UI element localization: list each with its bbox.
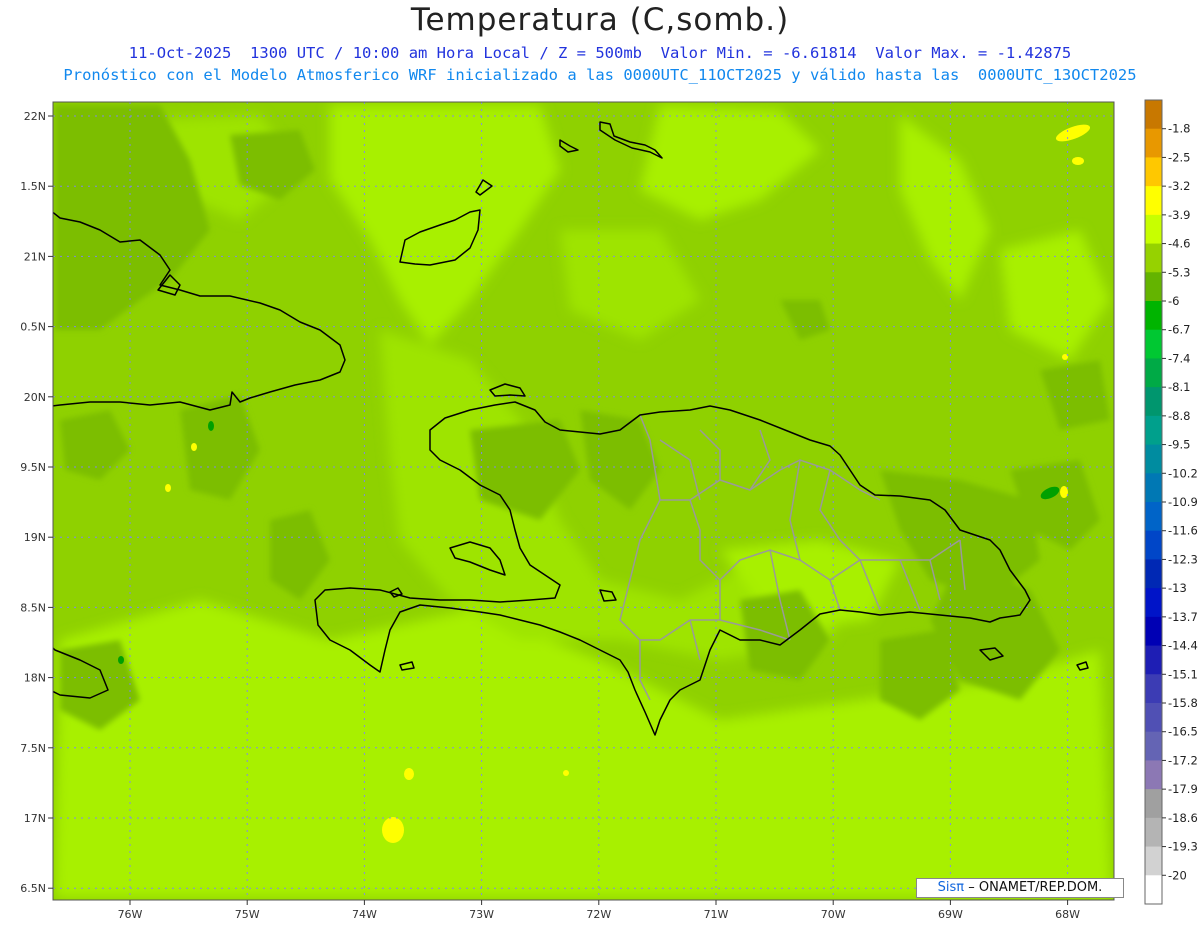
colorbar-swatch (1145, 846, 1162, 876)
colorbar-label: -6 (1168, 294, 1179, 308)
lon-tick-label: 72W (586, 908, 611, 921)
colorbar-label: -3.2 (1168, 179, 1190, 193)
colorbar-swatch (1145, 502, 1162, 532)
lat-tick-label: 19N (24, 531, 46, 544)
lon-tick-label: 73W (469, 908, 494, 921)
colorbar-swatch (1145, 817, 1162, 848)
lon-tick-label: 76W (118, 908, 143, 921)
colorbar-swatch (1145, 415, 1162, 446)
colorbar-label: -15.1 (1168, 667, 1198, 681)
lat-tick-label: 8.5N (20, 601, 46, 614)
credit-text: – ONAMET/REP.DOM. (968, 880, 1103, 895)
lat-tick-label: 9.5N (20, 461, 46, 474)
colorbar-swatch (1145, 674, 1162, 704)
colorbar-label: -15.8 (1168, 696, 1198, 710)
colorbar-label: -10.9 (1168, 495, 1198, 509)
colorbar-swatch (1145, 875, 1162, 905)
colorbar-swatch (1145, 703, 1162, 733)
lon-tick-label: 71W (704, 908, 729, 921)
lon-tick-label: 69W (938, 908, 963, 921)
colorbar-label: -17.2 (1168, 753, 1198, 767)
lon-tick-label: 74W (352, 908, 377, 921)
colorbar-label: -5.3 (1168, 265, 1190, 279)
colorbar-swatch (1145, 358, 1162, 388)
colorbar-swatch (1145, 444, 1162, 474)
credit-box: Sisπ – ONAMET/REP.DOM. (916, 878, 1124, 898)
colorbar-swatch (1145, 559, 1162, 589)
colorbar-label: -18.6 (1168, 811, 1198, 825)
colorbar-swatch (1145, 473, 1162, 503)
colorbar-swatch (1145, 157, 1162, 187)
map-figure: 22N 1.5N 21N 0.5N 20N 9.5N 19N 8.5N 18N 7.5N 17N 6.… (20, 99, 1198, 921)
colorbar-label: -14.4 (1168, 639, 1198, 653)
colorbar-swatch (1145, 731, 1162, 761)
colorbar-label: -13 (1168, 581, 1187, 595)
colorbar-label: -10.2 (1168, 466, 1198, 480)
colorbar-label: -8.8 (1168, 409, 1190, 423)
colorbar-swatch (1145, 128, 1162, 158)
colorbar-swatch (1145, 760, 1162, 790)
lon-tick-label: 68W (1055, 908, 1080, 921)
colorbar-label: -7.4 (1168, 351, 1190, 365)
colorbar-label: -12.3 (1168, 552, 1198, 566)
colorbar-swatch (1145, 789, 1162, 819)
colorbar-label: -1.8 (1168, 122, 1190, 136)
colorbar-swatch (1145, 616, 1162, 647)
colorbar-swatch (1145, 272, 1162, 302)
colorbar: -1.8 -2.5 -3.2 -3.9 -4.6 -5.3 -6 -6.7 -7.4 -8.1 -8… (1144, 99, 1198, 905)
colorbar-swatch (1145, 530, 1162, 560)
colorbar-swatch (1145, 329, 1162, 359)
colorbar-label: -6.7 (1168, 323, 1190, 337)
colorbar-label: -11.6 (1168, 524, 1198, 538)
lon-tick-label: 75W (235, 908, 260, 921)
colorbar-swatch (1145, 243, 1162, 273)
lat-tick-label: 1.5N (20, 180, 46, 193)
temperature-field (53, 102, 1114, 900)
colorbar-swatch (1145, 588, 1162, 618)
colorbar-swatch (1145, 214, 1162, 245)
colorbar-label: -4.6 (1168, 237, 1190, 251)
lat-tick-label: 17N (24, 812, 46, 825)
colorbar-label: -3.9 (1168, 208, 1190, 222)
colorbar-swatch (1145, 301, 1162, 331)
colorbar-label: -9.5 (1168, 438, 1190, 452)
latitude-axis: 22N 1.5N 21N 0.5N 20N 9.5N 19N 8.5N 18N 7.5N 17N 6.… (20, 110, 53, 895)
lat-tick-label: 7.5N (20, 742, 46, 755)
lat-tick-label: 21N (24, 250, 46, 263)
colorbar-label: -16.5 (1168, 725, 1198, 739)
lat-tick-label: 18N (24, 672, 46, 685)
colorbar-swatch (1145, 100, 1162, 130)
credit-sis: Sisπ (937, 880, 965, 895)
colorbar-label: -20 (1168, 868, 1187, 882)
lat-tick-label: 0.5N (20, 321, 46, 334)
lat-tick-label: 6.5N (20, 882, 46, 895)
colorbar-label: -8.1 (1168, 380, 1190, 394)
lat-tick-label: 22N (24, 110, 46, 123)
longitude-axis: 76W 75W 74W 73W 72W 71W 70W 69W 68W (118, 900, 1080, 921)
colorbar-label: -19.3 (1168, 840, 1198, 854)
colorbar-label: -13.7 (1168, 610, 1198, 624)
lat-tick-label: 20N (24, 391, 46, 404)
colorbar-swatch (1145, 186, 1162, 216)
colorbar-swatch (1145, 387, 1162, 417)
colorbar-label: -17.9 (1168, 782, 1198, 796)
lon-tick-label: 70W (821, 908, 846, 921)
colorbar-label: -2.5 (1168, 150, 1190, 164)
colorbar-swatch (1145, 645, 1162, 675)
